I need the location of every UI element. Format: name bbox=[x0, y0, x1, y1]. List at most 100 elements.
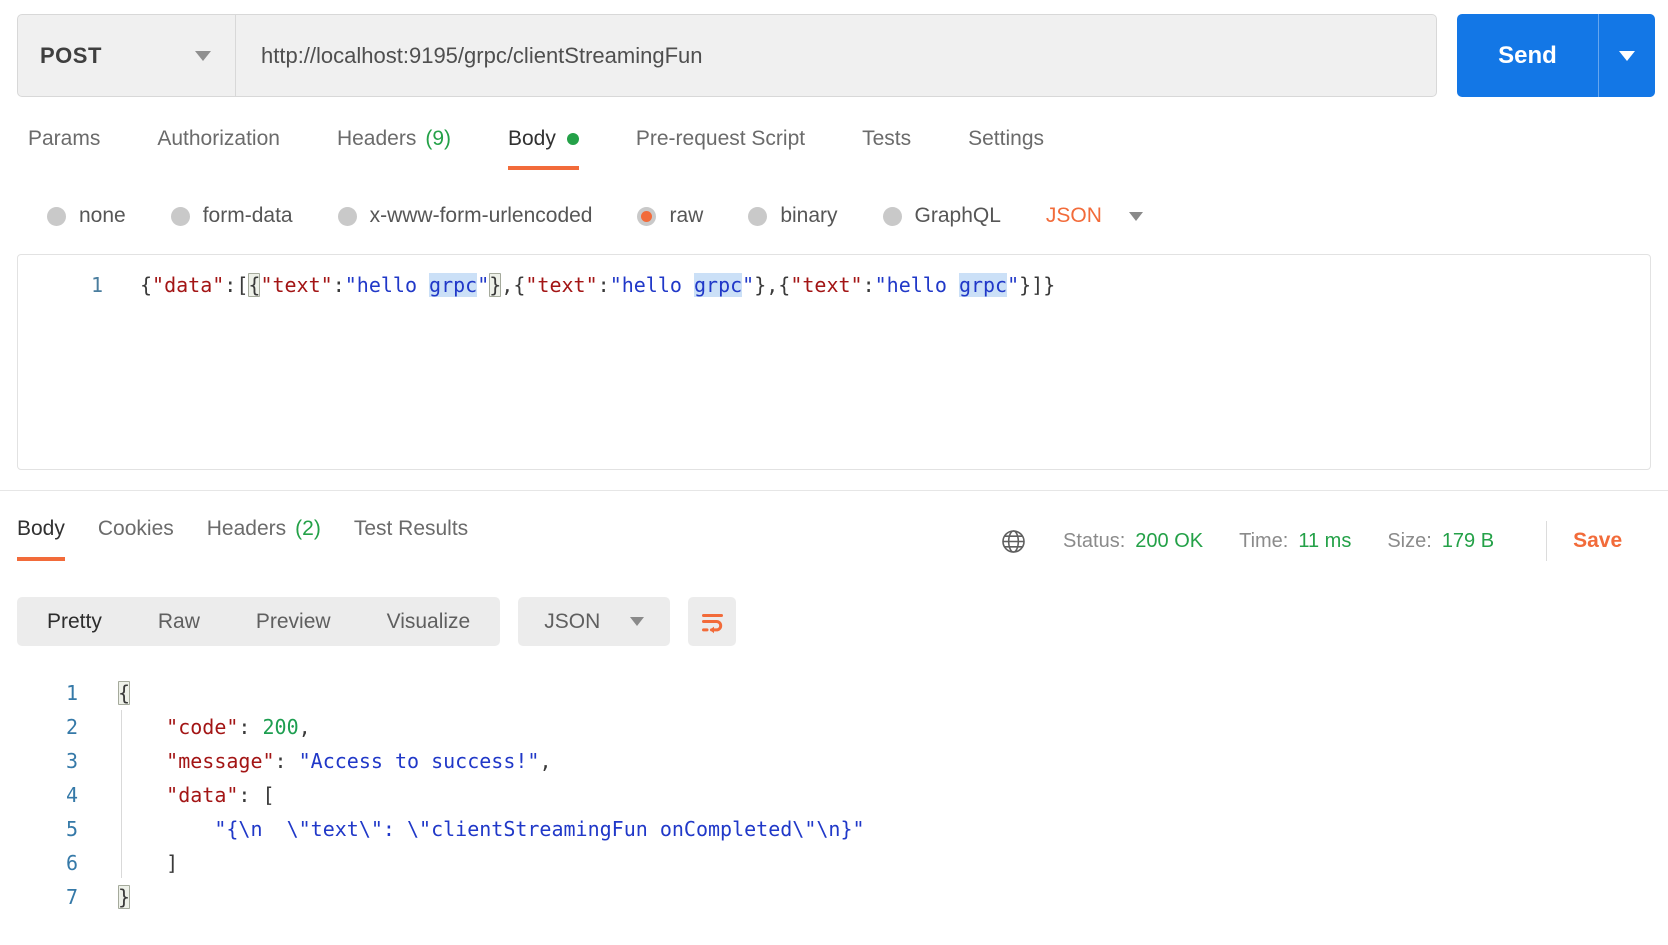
radio-label: x-www-form-urlencoded bbox=[369, 204, 593, 227]
code-token: "text" bbox=[525, 273, 598, 297]
response-tab-cookies[interactable]: Cookies bbox=[98, 517, 174, 561]
line-content: { bbox=[78, 676, 131, 710]
code-token: , bbox=[766, 273, 779, 297]
response-line-1: 1{ bbox=[0, 676, 1668, 710]
code-token: { bbox=[778, 273, 791, 297]
radio-label: GraphQL bbox=[914, 204, 1001, 227]
code-token: { bbox=[118, 681, 131, 705]
body-type-binary[interactable]: binary bbox=[748, 204, 838, 228]
url-bar: POST http://localhost:9195/grpc/clientSt… bbox=[17, 14, 1437, 97]
code-token: ] bbox=[166, 851, 179, 875]
response-language-selector[interactable]: JSON bbox=[518, 597, 671, 646]
request-tab-params[interactable]: Params bbox=[28, 127, 100, 170]
code-token: [ bbox=[236, 273, 249, 297]
wrap-text-button[interactable] bbox=[688, 597, 737, 646]
request-body-editor[interactable]: 1 {"data":[{"text":"hello grpc"},{"text"… bbox=[17, 254, 1651, 470]
response-tab-headers[interactable]: Headers (2) bbox=[207, 517, 321, 561]
request-tab-headers[interactable]: Headers (9) bbox=[337, 127, 451, 170]
body-type-row: none form-data x-www-form-urlencoded raw bin… bbox=[0, 170, 1668, 228]
send-button-group: Send bbox=[1457, 14, 1655, 97]
code-token: : bbox=[224, 273, 237, 297]
code-token: "Access to success!" bbox=[298, 749, 540, 773]
tab-label: Authorization bbox=[157, 127, 280, 150]
tab-label: Cookies bbox=[97, 517, 174, 540]
request-tab-pre-request-script[interactable]: Pre-request Script bbox=[636, 127, 805, 170]
send-options-button[interactable] bbox=[1598, 14, 1655, 97]
code-token: { bbox=[140, 273, 153, 297]
line-content: } bbox=[78, 880, 131, 914]
code-token: 200 bbox=[262, 715, 299, 739]
code-token: "text" bbox=[790, 273, 863, 297]
body-has-content-dot-icon bbox=[566, 133, 579, 145]
tab-count-badge: (2) bbox=[295, 517, 321, 540]
line-content: "{\n \"text\": \"clientStreamingFun onCo… bbox=[78, 812, 864, 846]
body-type-x-www-form-urlencoded[interactable]: x-www-form-urlencoded bbox=[337, 204, 593, 228]
line-number: 2 bbox=[65, 715, 78, 739]
code-token: "code" bbox=[166, 715, 239, 739]
response-body-code[interactable]: 1{2 "code": 200, 3 "message": "Access to … bbox=[0, 676, 1668, 914]
tab-label: Body bbox=[17, 517, 65, 540]
radio-label: binary bbox=[780, 204, 838, 227]
response-meta: Status: 200 OK Time: 11 ms Size: 179 B S… bbox=[1000, 521, 1622, 561]
tab-label: Test Results bbox=[353, 517, 469, 540]
code-token: " bbox=[742, 273, 755, 297]
line-content: "message": "Access to success!", bbox=[78, 744, 551, 778]
response-line-6: 6 ] bbox=[0, 846, 1668, 880]
request-body-code: {"data":[{"text":"hello grpc"},{"text":"… bbox=[103, 268, 1055, 469]
save-response-button[interactable]: Save bbox=[1573, 529, 1622, 553]
body-type-none[interactable]: none bbox=[47, 204, 126, 228]
tab-count-badge: (9) bbox=[425, 127, 451, 150]
request-tabs: Params Authorization Headers (9) Body Pre-req… bbox=[0, 97, 1668, 170]
code-token: : bbox=[238, 783, 263, 807]
code-token: " bbox=[477, 273, 490, 297]
request-tab-body[interactable]: Body bbox=[508, 127, 579, 170]
line-number: 3 bbox=[65, 749, 78, 773]
body-type-graphql[interactable]: GraphQL bbox=[882, 204, 1001, 228]
body-language-selector[interactable]: JSON bbox=[1046, 204, 1143, 228]
response-tab-test-results[interactable]: Test Results bbox=[354, 517, 468, 561]
wrap-text-icon bbox=[701, 614, 723, 634]
line-content: "data": [ bbox=[78, 778, 274, 812]
line-number: 5 bbox=[65, 817, 78, 841]
send-button[interactable]: Send bbox=[1457, 14, 1598, 97]
language-label: JSON bbox=[544, 609, 601, 633]
chevron-down-icon bbox=[1128, 211, 1143, 221]
postman-app: { "request": { "method": "POST", "url": … bbox=[0, 0, 1668, 945]
method-selector[interactable]: POST bbox=[18, 15, 236, 96]
tab-label: Body bbox=[508, 127, 556, 150]
body-type-raw[interactable]: raw bbox=[637, 204, 703, 228]
response-view-preview[interactable]: Preview bbox=[256, 610, 331, 634]
response-view-pretty[interactable]: Pretty bbox=[47, 610, 102, 634]
body-type-options: none form-data x-www-form-urlencoded raw bin… bbox=[47, 204, 1001, 228]
request-tab-authorization[interactable]: Authorization bbox=[157, 127, 280, 170]
radio-icon bbox=[637, 206, 657, 226]
code-token: { bbox=[513, 273, 526, 297]
request-tab-settings[interactable]: Settings bbox=[968, 127, 1044, 170]
status-label: Status: bbox=[1063, 529, 1126, 552]
code-token: "message" bbox=[166, 749, 275, 773]
response-tab-body[interactable]: Body bbox=[17, 517, 65, 561]
response-view-visualize[interactable]: Visualize bbox=[387, 610, 471, 634]
body-type-form-data[interactable]: form-data bbox=[170, 204, 293, 228]
tab-label: Pre-request Script bbox=[635, 127, 806, 150]
line-number: 4 bbox=[65, 783, 78, 807]
code-token: : bbox=[332, 273, 345, 297]
time-value: 11 ms bbox=[1298, 529, 1352, 552]
response-line-2: 2 "code": 200, bbox=[0, 710, 1668, 744]
response-toolbar: Pretty Raw Preview Visualize JSON bbox=[17, 597, 1651, 646]
language-label: JSON bbox=[1045, 204, 1102, 227]
separator bbox=[1546, 521, 1548, 561]
url-input[interactable]: http://localhost:9195/grpc/clientStreami… bbox=[236, 15, 1436, 96]
response-view-raw[interactable]: Raw bbox=[158, 610, 200, 634]
code-token: ] bbox=[1031, 273, 1044, 297]
response-line-3: 3 "message": "Access to success!", bbox=[0, 744, 1668, 778]
globe-icon bbox=[1002, 529, 1025, 553]
response-line-4: 4 "data": [ bbox=[0, 778, 1668, 812]
response-view-switcher: Pretty Raw Preview Visualize bbox=[17, 597, 501, 646]
code-token: } bbox=[489, 273, 502, 297]
response-line-7: 7} bbox=[0, 880, 1668, 914]
request-tab-tests[interactable]: Tests bbox=[862, 127, 911, 170]
size-label: Size: bbox=[1387, 529, 1432, 552]
